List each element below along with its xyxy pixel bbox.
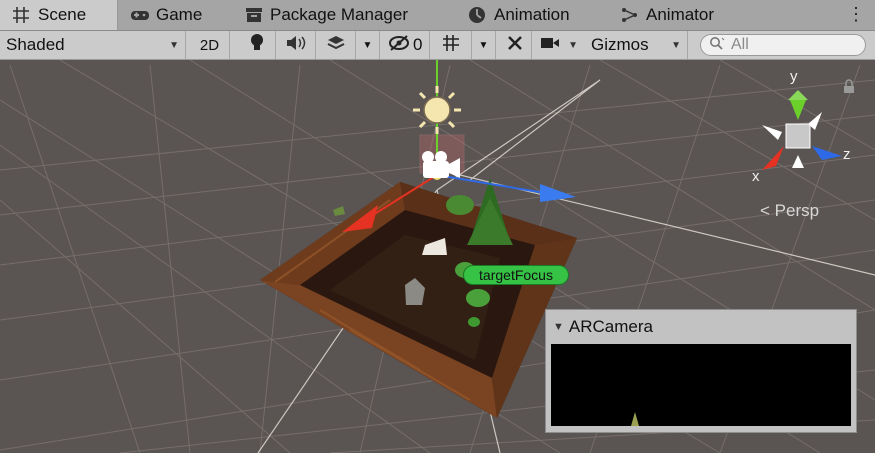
package-icon [244,6,264,24]
scene-toolbar: Shaded ▼ 2D ▼ 0 ▼ ▼ Gizmos ▼ All [0,31,875,60]
tab-package-manager[interactable]: Package Manager [244,0,408,30]
camera-preview-panel[interactable]: ▼ ARCamera [545,309,857,433]
clock-icon [468,6,488,24]
tools-button[interactable] [498,31,532,59]
grid-dropdown[interactable]: ▼ [472,31,496,59]
draw-mode-dropdown[interactable]: Shaded ▼ [0,31,186,59]
tab-animation-label: Animation [494,5,570,24]
layers-icon [326,34,346,57]
draw-mode-label: Shaded [6,35,65,54]
chevron-left-icon: < [760,201,770,220]
video-camera-icon [540,35,560,55]
effects-toggle-button[interactable] [316,31,356,59]
scene-visibility-button[interactable]: 0 [382,31,430,59]
tab-scene-label: Scene [38,5,87,24]
2d-toggle-button[interactable]: 2D [190,31,230,59]
axis-label-y: y [790,68,798,85]
projection-label: Persp [774,201,820,220]
tools-icon [506,34,524,57]
animator-icon [620,6,640,24]
camera-preview-render [631,412,639,426]
grid-toggle-button[interactable] [432,31,472,59]
hidden-count: 0 [413,35,423,54]
axis-label-z: z [843,146,851,163]
axis-label-x: x [752,168,760,185]
effects-dropdown[interactable]: ▼ [356,31,380,59]
tab-animator[interactable]: Animator [620,0,714,30]
search-placeholder: All [731,36,749,53]
camera-preview-view [551,344,851,426]
grid-icon [12,6,32,24]
camera-preview-title: ARCamera [568,317,653,336]
chevron-down-icon: ▼ [362,39,373,51]
tab-game-label: Game [156,5,203,24]
chevron-down-icon: ▼ [169,39,179,51]
speaker-icon [285,34,307,57]
projection-toggle[interactable]: < Persp [760,201,819,221]
tab-animator-label: Animator [646,5,715,24]
lightbulb-icon [249,33,265,58]
gamepad-icon [130,6,150,24]
orientation-gizmo [762,90,842,170]
scene-view[interactable]: y x z < Persp targetFocus ▼ ARCamera [0,60,875,453]
tab-bar: Scene Game Package Manager Animation Ani… [0,0,875,31]
tab-package-manager-label: Package Manager [270,5,408,24]
camera-settings-button[interactable]: ▼ [534,31,584,59]
chevron-down-icon: ▼ [478,39,489,51]
tab-game[interactable]: Game [130,0,202,30]
audio-toggle-button[interactable] [276,31,316,59]
camera-preview-header[interactable]: ▼ ARCamera [546,310,856,344]
target-focus-text: targetFocus [479,267,553,283]
chevron-down-icon: ▼ [671,39,681,51]
lighting-toggle-button[interactable] [238,31,276,59]
eye-slash-icon [388,34,410,56]
chevron-down-icon: ▼ [568,39,578,51]
gizmos-dropdown[interactable]: Gizmos ▼ [586,31,688,59]
tab-animation[interactable]: Animation [468,0,570,30]
gizmos-label: Gizmos [591,35,649,54]
tab-scene[interactable]: Scene [0,0,118,30]
scene-search-input[interactable]: All [700,34,866,56]
search-icon [709,36,725,55]
2d-label: 2D [199,36,220,54]
lock-icon [844,79,854,93]
grid-snap-icon [442,34,462,57]
target-focus-label[interactable]: targetFocus [463,265,569,285]
tab-menu-icon[interactable]: ⋮ [847,4,865,25]
triangle-down-icon[interactable]: ▼ [553,321,564,333]
